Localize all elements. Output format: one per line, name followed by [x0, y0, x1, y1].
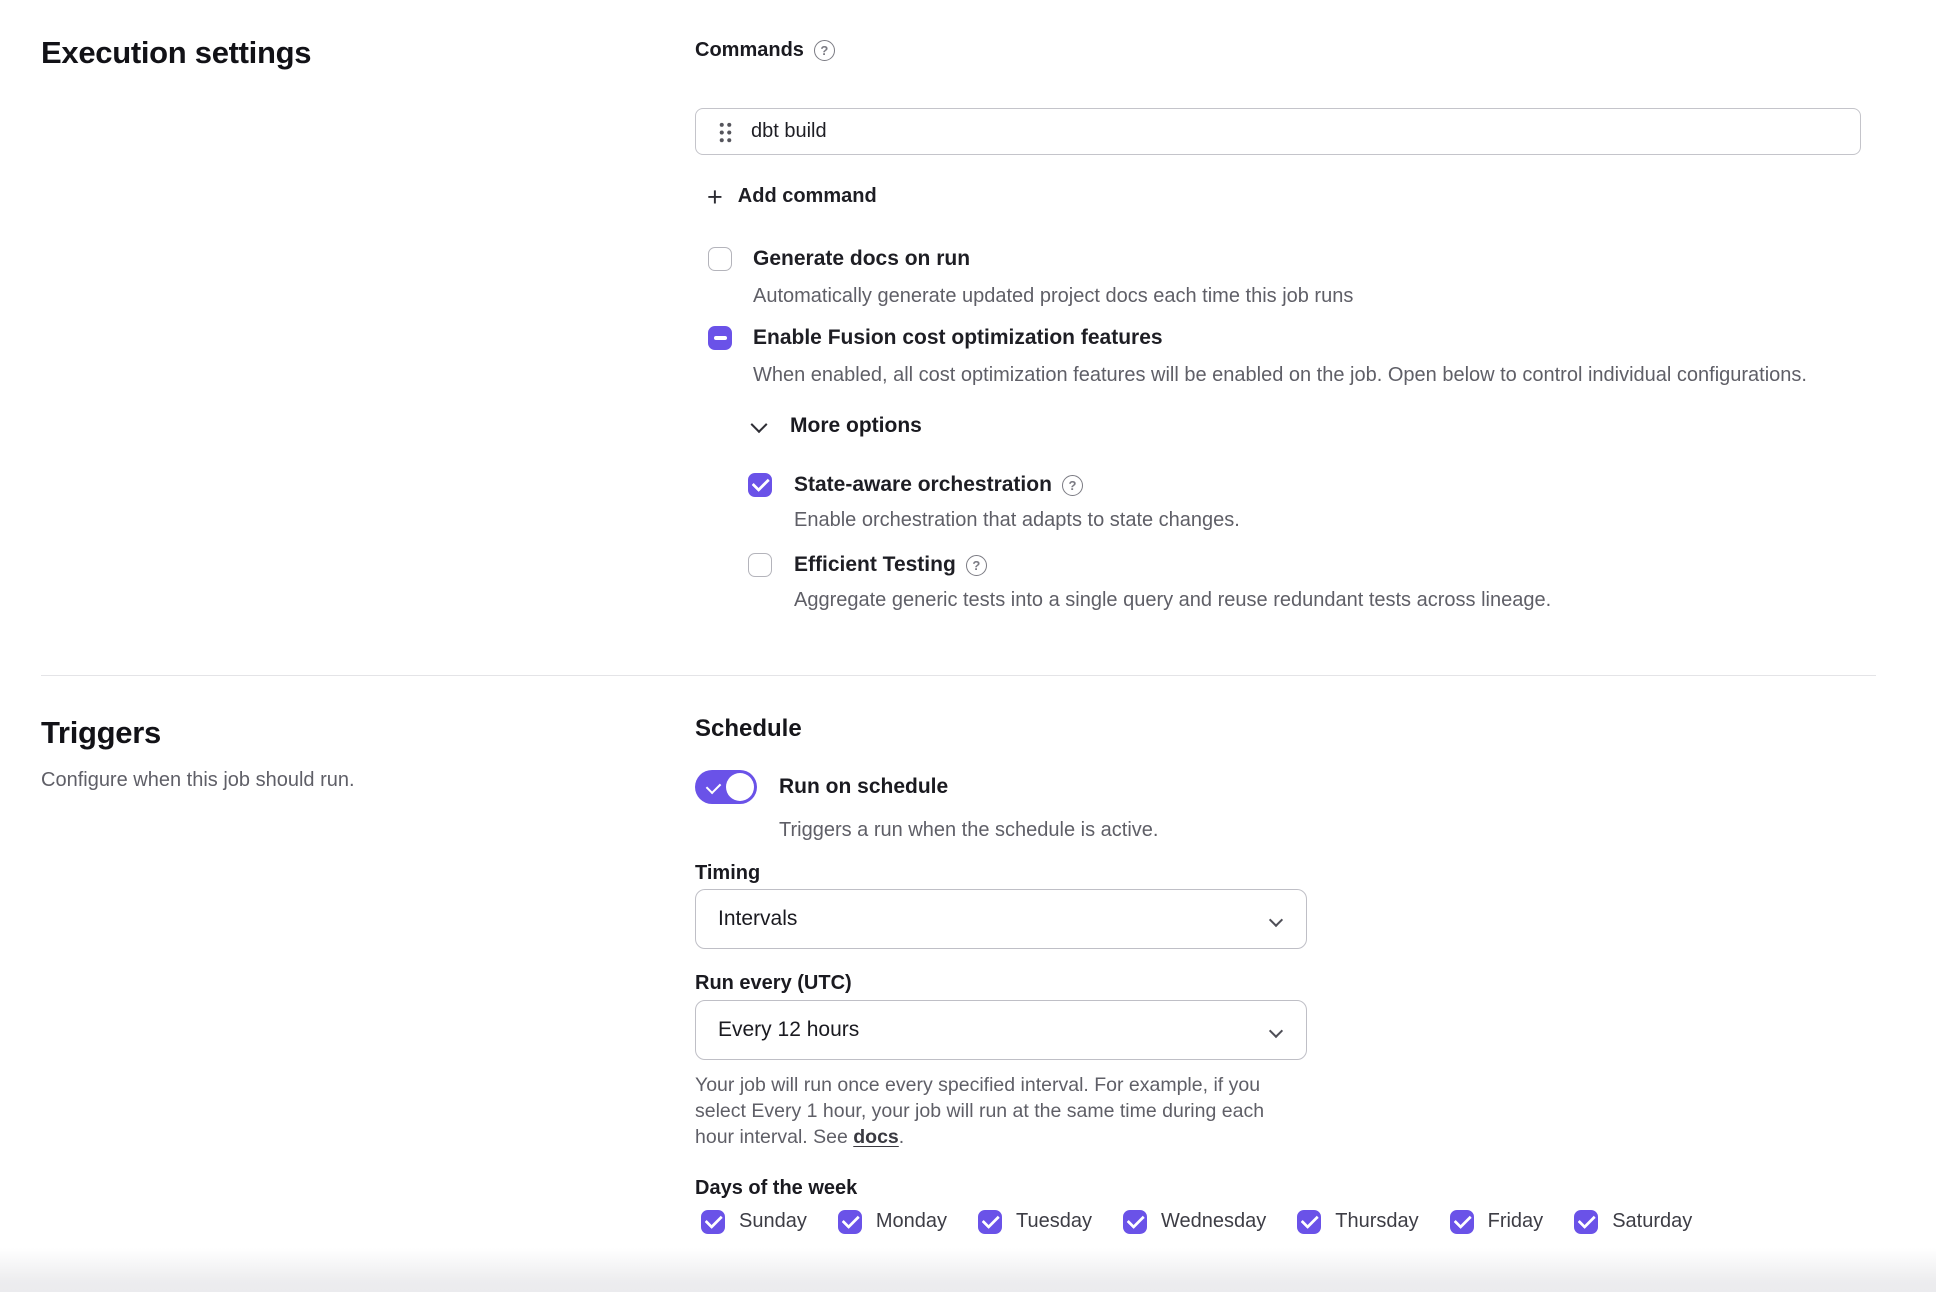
chevron-down-icon: [1269, 1024, 1283, 1038]
toggle-knob: [726, 773, 754, 801]
more-options-expander[interactable]: More options: [753, 414, 922, 438]
day-checkbox[interactable]: [1123, 1210, 1147, 1234]
bottom-fade: [0, 1248, 1936, 1292]
docs-link[interactable]: docs: [853, 1126, 899, 1148]
commands-label: Commands: [695, 37, 804, 63]
interval-help-after: .: [899, 1126, 904, 1148]
day-item: Wednesday: [1123, 1209, 1266, 1234]
command-row: [695, 108, 1861, 155]
day-checkbox[interactable]: [1297, 1210, 1321, 1234]
efficient-testing-description: Aggregate generic tests into a single qu…: [794, 588, 1876, 613]
execution-settings-title: Execution settings: [41, 34, 695, 72]
day-label[interactable]: Friday: [1488, 1210, 1544, 1233]
day-checkbox[interactable]: [838, 1210, 862, 1234]
days-of-week-label: Days of the week: [695, 1176, 1876, 1200]
day-item: Tuesday: [978, 1209, 1092, 1234]
efficient-testing-label[interactable]: Efficient Testing: [794, 552, 956, 578]
execution-settings-left-column: Execution settings: [41, 34, 695, 613]
fusion-description: When enabled, all cost optimization feat…: [753, 363, 1876, 388]
day-label[interactable]: Wednesday: [1161, 1210, 1266, 1233]
add-command-label: Add command: [738, 185, 877, 208]
execution-settings-section: Execution settings Commands Add command …: [0, 0, 1936, 675]
command-input[interactable]: [751, 120, 1860, 143]
drag-handle-icon[interactable]: [718, 120, 733, 143]
day-label[interactable]: Tuesday: [1016, 1210, 1092, 1233]
day-label[interactable]: Sunday: [739, 1210, 807, 1233]
triggers-subtitle: Configure when this job should run.: [41, 768, 695, 793]
timing-selected-value: Intervals: [718, 907, 797, 931]
run-on-schedule-row: Run on schedule: [695, 770, 1876, 804]
efficient-testing-help-icon[interactable]: [966, 555, 987, 576]
generate-docs-description: Automatically generate updated project d…: [753, 284, 1876, 309]
run-on-schedule-description: Triggers a run when the schedule is acti…: [779, 818, 1876, 843]
add-command-button[interactable]: Add command: [707, 185, 877, 208]
state-aware-description: Enable orchestration that adapts to stat…: [794, 508, 1876, 533]
generate-docs-row: Generate docs on run: [708, 246, 1876, 272]
generate-docs-label[interactable]: Generate docs on run: [753, 246, 970, 272]
efficient-testing-checkbox[interactable]: [748, 553, 772, 577]
triggers-left-column: Triggers Configure when this job should …: [41, 714, 695, 1234]
interval-help-before: Your job will run once every specified i…: [695, 1074, 1264, 1148]
state-aware-help-icon[interactable]: [1062, 475, 1083, 496]
run-every-selected-value: Every 12 hours: [718, 1018, 859, 1042]
efficient-testing-row: Efficient Testing: [748, 552, 1876, 578]
day-label[interactable]: Thursday: [1335, 1210, 1418, 1233]
fusion-label[interactable]: Enable Fusion cost optimization features: [753, 325, 1163, 351]
day-label[interactable]: Monday: [876, 1210, 947, 1233]
plus-icon: [707, 187, 723, 207]
run-on-schedule-label[interactable]: Run on schedule: [779, 775, 948, 799]
day-item: Friday: [1450, 1209, 1544, 1234]
triggers-section: Triggers Configure when this job should …: [0, 676, 1936, 1234]
triggers-title: Triggers: [41, 714, 695, 752]
timing-select[interactable]: Intervals: [695, 889, 1307, 949]
state-aware-checkbox[interactable]: [748, 473, 772, 497]
day-checkbox[interactable]: [978, 1210, 1002, 1234]
timing-label: Timing: [695, 861, 1876, 885]
day-item: Thursday: [1297, 1209, 1418, 1234]
interval-help-text: Your job will run once every specified i…: [695, 1072, 1307, 1150]
execution-settings-content: Commands Add command Generate docs on ru…: [695, 34, 1876, 613]
day-checkbox[interactable]: [701, 1210, 725, 1234]
chevron-down-icon: [1269, 913, 1283, 927]
day-item: Monday: [838, 1209, 947, 1234]
state-aware-row: State-aware orchestration: [748, 472, 1876, 498]
schedule-heading: Schedule: [695, 714, 1876, 744]
fusion-checkbox[interactable]: [708, 326, 732, 350]
generate-docs-checkbox[interactable]: [708, 247, 732, 271]
chevron-down-icon: [751, 416, 768, 433]
triggers-content: Schedule Run on schedule Triggers a run …: [695, 714, 1876, 1234]
more-options-label: More options: [790, 414, 922, 438]
commands-help-icon[interactable]: [814, 40, 835, 61]
day-checkbox[interactable]: [1450, 1210, 1474, 1234]
state-aware-label[interactable]: State-aware orchestration: [794, 472, 1052, 498]
days-of-week-row: Sunday Monday Tuesday Wednesday Thursday…: [701, 1209, 1876, 1234]
run-every-label: Run every (UTC): [695, 971, 1876, 995]
commands-header: Commands: [695, 37, 1876, 63]
day-item: Saturday: [1574, 1209, 1692, 1234]
day-item: Sunday: [701, 1209, 807, 1234]
fusion-row: Enable Fusion cost optimization features: [708, 325, 1876, 351]
day-label[interactable]: Saturday: [1612, 1210, 1692, 1233]
run-every-select[interactable]: Every 12 hours: [695, 1000, 1307, 1060]
run-on-schedule-toggle[interactable]: [695, 770, 757, 804]
day-checkbox[interactable]: [1574, 1210, 1598, 1234]
